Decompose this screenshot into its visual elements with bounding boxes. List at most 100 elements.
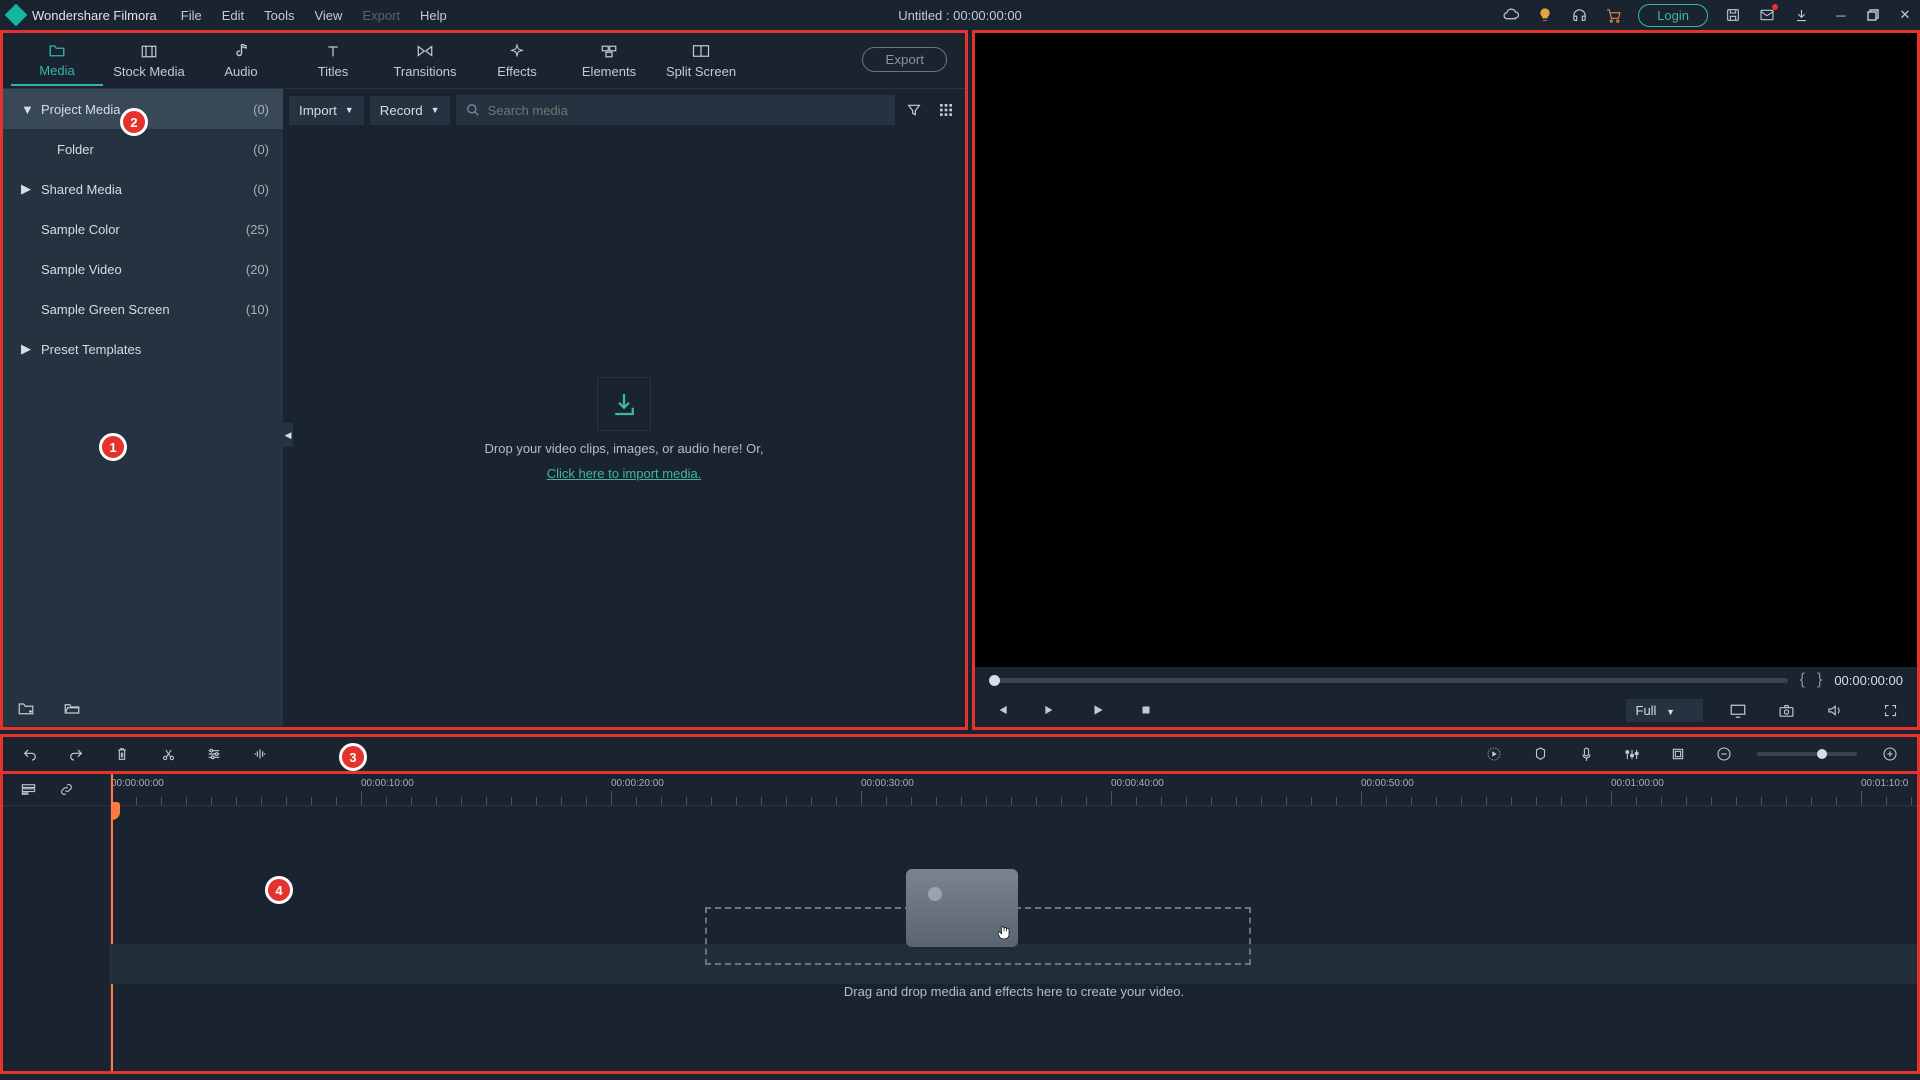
app-logo [5, 4, 28, 27]
snapshot-icon[interactable] [1773, 697, 1799, 723]
prev-frame-button[interactable] [989, 697, 1015, 723]
window-minimize[interactable]: ─ [1834, 8, 1848, 22]
annotation-badge-1: 1 [99, 433, 127, 461]
caret-right-icon: ▶ [21, 341, 33, 357]
folder-icon [48, 41, 66, 59]
import-media-link[interactable]: Click here to import media. [547, 466, 702, 481]
window-close[interactable]: ✕ [1898, 8, 1912, 22]
support-icon[interactable] [1570, 6, 1588, 24]
dragged-media-ghost [906, 869, 1018, 947]
menu-file[interactable]: File [181, 8, 202, 23]
tree-preset-templates[interactable]: ▶ Preset Templates [3, 329, 283, 369]
tab-titles[interactable]: Titles [287, 42, 379, 79]
search-input[interactable] [488, 103, 885, 118]
elements-icon [600, 42, 618, 60]
play-button[interactable] [1085, 697, 1111, 723]
filter-icon[interactable] [901, 97, 927, 123]
timeline-ruler[interactable]: 00:00:00:0000:00:10:0000:00:20:0000:00:3… [111, 774, 1917, 806]
track-link-icon[interactable] [53, 777, 79, 803]
marker-button[interactable] [1527, 741, 1553, 767]
media-dropzone[interactable]: Drop your video clips, images, or audio … [283, 131, 965, 727]
crop-button[interactable] [1665, 741, 1691, 767]
edit-properties-button[interactable] [201, 741, 227, 767]
audio-edit-button[interactable] [247, 741, 273, 767]
zoom-slider[interactable] [1757, 752, 1857, 756]
app-name: Wondershare Filmora [32, 8, 157, 23]
tab-stock-media[interactable]: Stock Media [103, 42, 195, 79]
display-icon[interactable] [1725, 697, 1751, 723]
menu-help[interactable]: Help [420, 8, 447, 23]
split-icon [692, 42, 710, 60]
tips-icon[interactable] [1536, 6, 1554, 24]
search-icon [466, 103, 480, 117]
annotation-badge-4: 4 [265, 876, 293, 904]
timeline-toolbar: 3 [0, 734, 1920, 774]
annotation-badge-3: 3 [339, 743, 367, 771]
redo-button[interactable] [63, 741, 89, 767]
audio-track[interactable]: ♪ 1 [111, 1052, 1917, 1071]
export-button[interactable]: Export [862, 47, 947, 72]
caret-right-icon: ▶ [21, 181, 33, 197]
chevron-down-icon: ▼ [431, 105, 440, 115]
record-dropdown[interactable]: Record▼ [370, 96, 450, 125]
voiceover-button[interactable] [1573, 741, 1599, 767]
preview-panel: 2 { } 00:00:00:00 Full ▼ [972, 30, 1920, 730]
tree-sample-color[interactable]: Sample Color (25) [3, 209, 283, 249]
search-media[interactable] [456, 95, 895, 125]
preview-quality-select[interactable]: Full ▼ [1626, 699, 1704, 722]
tab-transitions[interactable]: Transitions [379, 42, 471, 79]
volume-icon[interactable] [1821, 697, 1847, 723]
delete-button[interactable] [109, 741, 135, 767]
menubar: File Edit Tools View Export Help [181, 8, 447, 23]
menu-edit[interactable]: Edit [222, 8, 244, 23]
download-icon[interactable] [1792, 6, 1810, 24]
tab-split-screen[interactable]: Split Screen [655, 42, 747, 79]
menu-view[interactable]: View [314, 8, 342, 23]
titlebar: Wondershare Filmora File Edit Tools View… [0, 0, 1920, 30]
preview-viewport[interactable] [975, 33, 1917, 667]
cart-icon[interactable] [1604, 6, 1622, 24]
caret-down-icon: ▼ [21, 102, 33, 117]
stock-icon [140, 42, 158, 60]
tab-media[interactable]: Media [11, 41, 103, 86]
menu-tools[interactable]: Tools [264, 8, 294, 23]
timeline-hint: Drag and drop media and effects here to … [111, 984, 1917, 999]
tab-audio[interactable]: Audio [195, 42, 287, 79]
render-preview-button[interactable] [1481, 741, 1507, 767]
zoom-out-button[interactable] [1711, 741, 1737, 767]
tree-folder[interactable]: Folder (0) [3, 129, 283, 169]
import-dropdown[interactable]: Import▼ [289, 96, 364, 125]
preview-scrubber[interactable] [989, 678, 1788, 683]
window-maximize[interactable] [1866, 8, 1880, 22]
next-frame-button[interactable] [1037, 697, 1063, 723]
track-manager-icon[interactable] [15, 777, 41, 803]
split-button[interactable] [155, 741, 181, 767]
audio-mixer-button[interactable] [1619, 741, 1645, 767]
menu-export[interactable]: Export [362, 8, 400, 23]
new-folder-icon[interactable] [13, 695, 39, 721]
stop-button[interactable] [1133, 697, 1159, 723]
fullscreen-icon[interactable] [1877, 697, 1903, 723]
save-icon[interactable] [1724, 6, 1742, 24]
open-folder-icon[interactable] [59, 695, 85, 721]
tab-effects[interactable]: Effects [471, 42, 563, 79]
workspace-tabs: Media Stock Media Audio Titles Transitio… [3, 33, 965, 89]
mark-in-icon[interactable]: { [1800, 671, 1805, 689]
playhead[interactable] [111, 774, 113, 1071]
grid-view-icon[interactable] [933, 97, 959, 123]
cloud-icon[interactable] [1502, 6, 1520, 24]
undo-button[interactable] [17, 741, 43, 767]
media-tree: ▼ Project Media (0) Folder (0) ▶ Shared … [3, 89, 283, 727]
media-content: Import▼ Record▼ Drop your video clips, i… [283, 89, 965, 727]
tree-sample-green[interactable]: Sample Green Screen (10) [3, 289, 283, 329]
login-button[interactable]: Login [1638, 4, 1708, 27]
tree-shared-media[interactable]: ▶ Shared Media (0) [3, 169, 283, 209]
titles-icon [324, 42, 342, 60]
tab-elements[interactable]: Elements [563, 42, 655, 79]
zoom-in-button[interactable] [1877, 741, 1903, 767]
mark-out-icon[interactable]: } [1817, 671, 1822, 689]
chevron-down-icon: ▼ [345, 105, 354, 115]
tree-sample-video[interactable]: Sample Video (20) [3, 249, 283, 289]
timeline-tracks[interactable]: 00:00:00:0000:00:10:0000:00:20:0000:00:3… [111, 774, 1917, 1071]
notify-icon[interactable] [1758, 6, 1776, 24]
